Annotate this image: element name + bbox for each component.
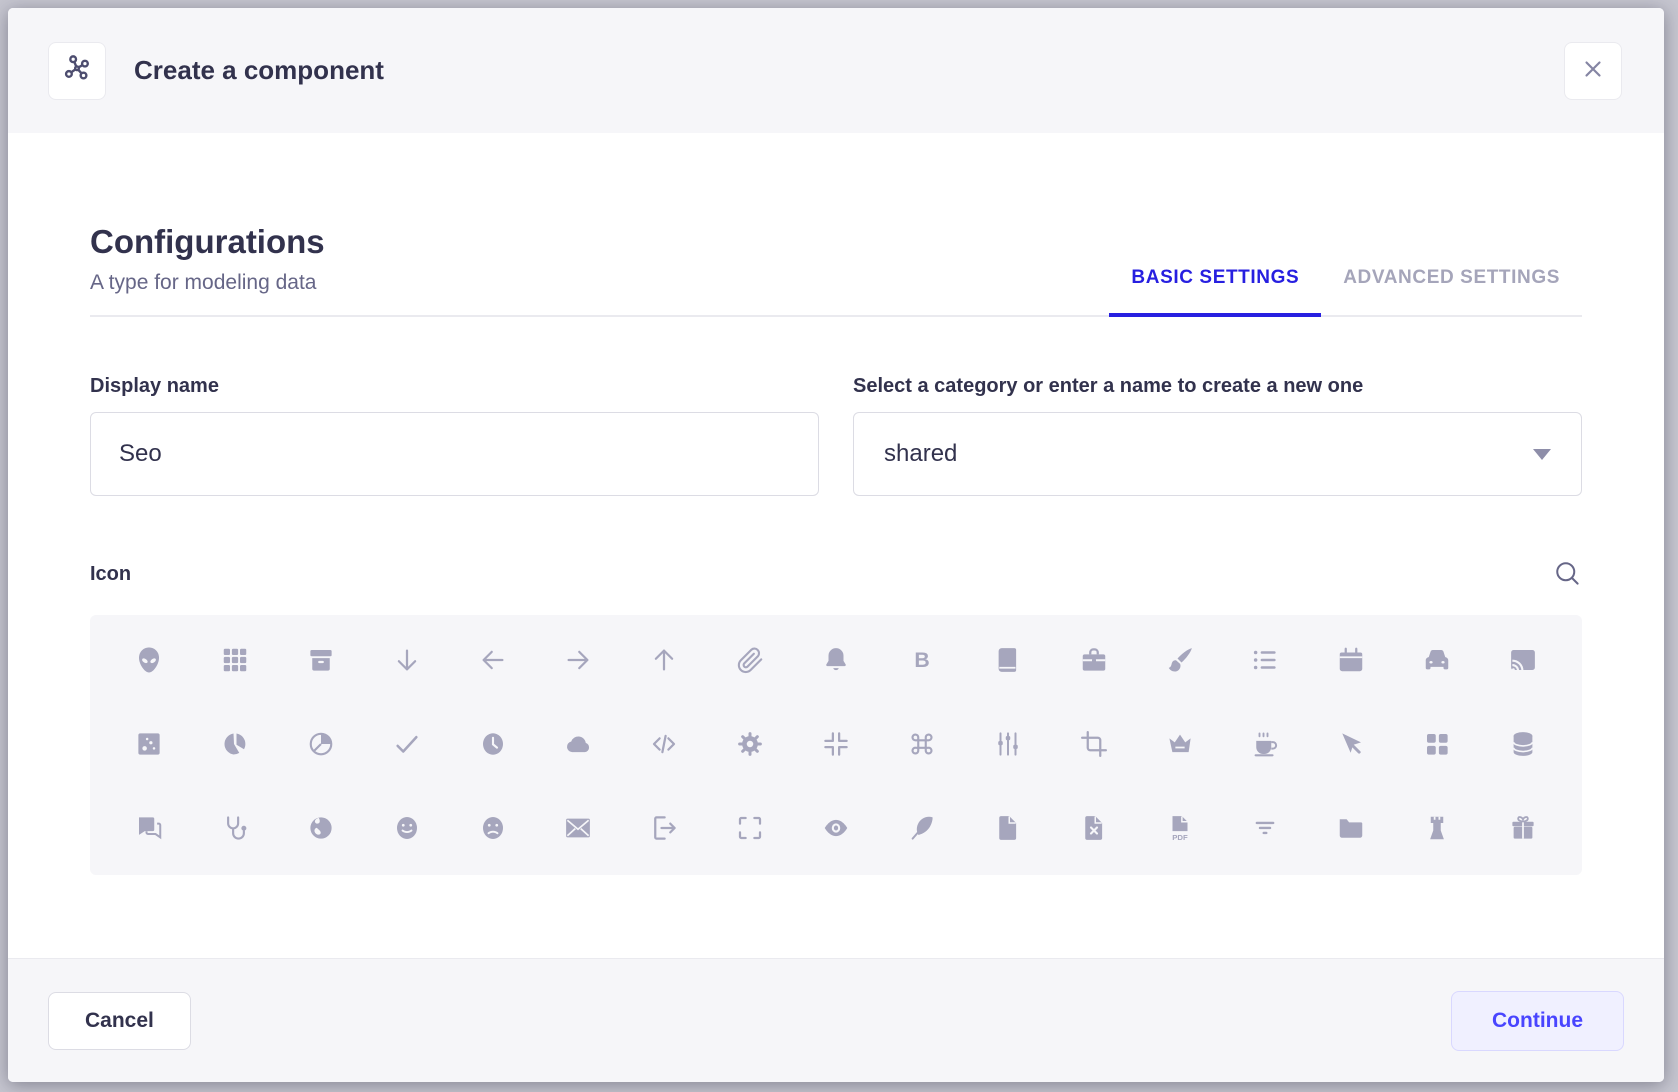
car-icon[interactable]: [1420, 643, 1454, 677]
calendar-icon[interactable]: [1334, 643, 1368, 677]
envelop-icon[interactable]: [561, 811, 595, 845]
emotion-happy-icon[interactable]: [390, 811, 424, 845]
svg-text:PDF: PDF: [1172, 833, 1188, 842]
icon-picker-section: Icon B PDF: [90, 558, 1582, 875]
close-icon: [1580, 56, 1606, 85]
crown-icon[interactable]: [1163, 727, 1197, 761]
component-icon: [60, 51, 94, 90]
svg-text:B: B: [914, 648, 929, 672]
file-pdf-icon[interactable]: PDF: [1163, 811, 1197, 845]
arrow-left-icon[interactable]: [476, 643, 510, 677]
display-name-label: Display name: [90, 375, 819, 398]
gate-icon[interactable]: [1420, 811, 1454, 845]
apps-icon[interactable]: [218, 643, 252, 677]
chart-pie-icon[interactable]: [304, 727, 338, 761]
tabs: BASIC SETTINGS ADVANCED SETTINGS: [1109, 223, 1582, 315]
eye-icon[interactable]: [819, 811, 853, 845]
clock-icon[interactable]: [476, 727, 510, 761]
heading-row: Configurations A type for modeling data …: [90, 223, 1582, 317]
icon-search-button[interactable]: [1552, 558, 1582, 591]
icon-grid-row: B: [132, 643, 1540, 677]
icon-grid: B PDF: [90, 615, 1582, 875]
icon-picker-label: Icon: [90, 563, 131, 586]
tab-advanced-settings[interactable]: ADVANCED SETTINGS: [1321, 267, 1582, 315]
gift-icon[interactable]: [1506, 811, 1540, 845]
code-icon[interactable]: [647, 727, 681, 761]
crop-icon[interactable]: [1077, 727, 1111, 761]
brush-icon[interactable]: [1163, 643, 1197, 677]
filter-icon[interactable]: [1248, 811, 1282, 845]
collapse-icon[interactable]: [819, 727, 853, 761]
arrow-up-icon[interactable]: [647, 643, 681, 677]
alien-icon[interactable]: [132, 643, 166, 677]
chevron-down-icon: [1533, 449, 1551, 460]
search-icon: [1552, 558, 1582, 591]
category-label: Select a category or enter a name to cre…: [853, 375, 1582, 398]
archive-icon[interactable]: [304, 643, 338, 677]
icon-grid-row: PDF: [132, 811, 1540, 845]
create-component-modal: Create a component Configurations A type…: [8, 8, 1664, 1082]
exit-icon[interactable]: [647, 811, 681, 845]
doctor-icon[interactable]: [218, 811, 252, 845]
cloud-icon[interactable]: [561, 727, 595, 761]
attachment-icon[interactable]: [733, 643, 767, 677]
bell-icon[interactable]: [819, 643, 853, 677]
check-icon[interactable]: [390, 727, 424, 761]
cancel-button[interactable]: Cancel: [48, 992, 191, 1050]
connector-icon[interactable]: [991, 727, 1025, 761]
chart-bubble-icon[interactable]: [132, 727, 166, 761]
modal-body: Configurations A type for modeling data …: [8, 133, 1664, 958]
continue-button[interactable]: Continue: [1451, 991, 1624, 1051]
book-icon[interactable]: [991, 643, 1025, 677]
file-icon[interactable]: [991, 811, 1025, 845]
icon-picker-header: Icon: [90, 558, 1582, 591]
icon-grid-row: [132, 727, 1540, 761]
cog-icon[interactable]: [733, 727, 767, 761]
database-icon[interactable]: [1506, 727, 1540, 761]
cursor-icon[interactable]: [1334, 727, 1368, 761]
bold-icon[interactable]: B: [905, 643, 939, 677]
expand-icon[interactable]: [733, 811, 767, 845]
folder-icon[interactable]: [1334, 811, 1368, 845]
dashboard-icon[interactable]: [1420, 727, 1454, 761]
display-name-input[interactable]: [90, 412, 819, 496]
category-selected-value: shared: [884, 440, 957, 468]
cup-icon[interactable]: [1248, 727, 1282, 761]
tab-basic-settings[interactable]: BASIC SETTINGS: [1109, 267, 1321, 315]
feather-icon[interactable]: [905, 811, 939, 845]
component-icon-box: [48, 42, 106, 100]
file-error-icon[interactable]: [1077, 811, 1111, 845]
form-row: Display name Select a category or enter …: [90, 375, 1582, 496]
modal-footer: Cancel Continue: [8, 958, 1664, 1082]
arrow-down-icon[interactable]: [390, 643, 424, 677]
command-icon[interactable]: [905, 727, 939, 761]
close-button[interactable]: [1564, 42, 1622, 100]
display-name-group: Display name: [90, 375, 819, 496]
briefcase-icon[interactable]: [1077, 643, 1111, 677]
heading-block: Configurations A type for modeling data: [90, 223, 325, 315]
category-select[interactable]: shared: [853, 412, 1582, 496]
earth-icon[interactable]: [304, 811, 338, 845]
page-title: Configurations: [90, 223, 325, 261]
discuss-icon[interactable]: [132, 811, 166, 845]
category-group: Select a category or enter a name to cre…: [853, 375, 1582, 496]
modal-title: Create a component: [134, 55, 1564, 86]
bullet-list-icon[interactable]: [1248, 643, 1282, 677]
page-subtitle: A type for modeling data: [90, 271, 325, 315]
emotion-unhappy-icon[interactable]: [476, 811, 510, 845]
modal-header: Create a component: [8, 8, 1664, 133]
arrow-right-icon[interactable]: [561, 643, 595, 677]
chart-circle-icon[interactable]: [218, 727, 252, 761]
cast-icon[interactable]: [1506, 643, 1540, 677]
